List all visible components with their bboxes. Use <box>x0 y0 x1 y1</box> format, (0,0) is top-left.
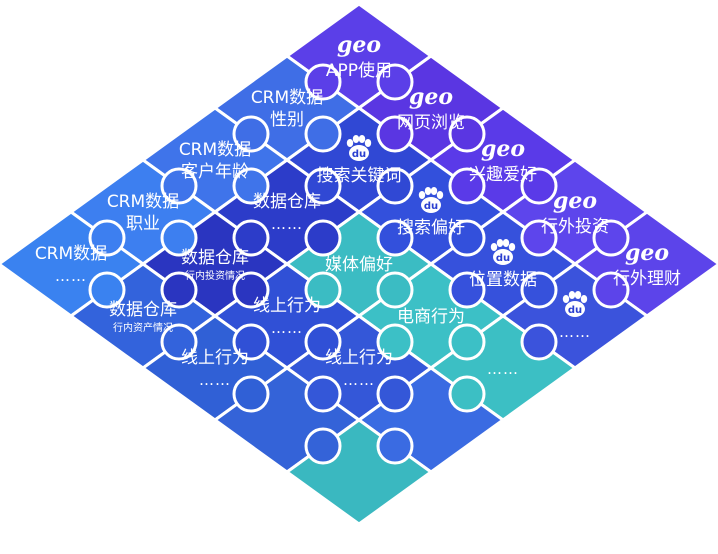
piece-label: CRM数据 <box>179 140 251 160</box>
puzzle-knob <box>376 427 414 465</box>
baidu-logo-text: du <box>424 201 438 212</box>
geo-logo: geo <box>481 136 525 162</box>
piece-ellipsis: …… <box>487 360 519 378</box>
puzzle-knob <box>232 375 270 413</box>
piece-label: APP使用 <box>326 60 392 81</box>
piece-label: 客户年龄 <box>181 162 249 182</box>
geo-logo: geo <box>337 32 381 58</box>
piece-ellipsis: …… <box>199 371 231 389</box>
puzzle-knob <box>376 375 414 413</box>
geo-logo: geo <box>625 240 669 266</box>
piece-label: 行外投资 <box>541 217 609 237</box>
piece-ellipsis: …… <box>271 319 303 337</box>
puzzle-svg: geoAPP使用CRM数据性别geo网页浏览CRM数据客户年龄du搜索关键词ge… <box>0 2 718 526</box>
piece-label: 位置数据 <box>469 270 537 290</box>
geo-logo: geo <box>553 188 597 214</box>
piece-ellipsis: …… <box>271 215 303 233</box>
puzzle-knob <box>304 219 342 257</box>
piece-label: 电商行为 <box>397 307 465 327</box>
puzzle-knob <box>448 323 486 361</box>
piece-label: 职业 <box>126 214 160 234</box>
piece-label: 搜索偏好 <box>397 218 465 238</box>
piece-label: 线上行为 <box>253 296 321 316</box>
piece-label: 媒体偏好 <box>325 255 393 275</box>
baidu-logo-text: du <box>496 253 510 264</box>
piece-label: CRM数据 <box>107 192 179 212</box>
puzzle-knob <box>304 375 342 413</box>
piece-label: 性别 <box>270 110 304 130</box>
piece-label: 数据仓库 <box>253 192 321 212</box>
piece-ellipsis: …… <box>343 371 375 389</box>
piece-ellipsis: …… <box>55 267 87 285</box>
baidu-logo-text: du <box>568 305 582 316</box>
piece-label: 网页浏览 <box>397 113 465 133</box>
piece-label: 数据仓库 <box>109 300 177 320</box>
puzzle-knob <box>448 375 486 413</box>
piece-label: 兴趣爱好 <box>469 165 537 185</box>
piece-label: 搜索关键词 <box>317 166 402 186</box>
piece-label: 行外理财 <box>613 269 681 289</box>
piece-label: 数据仓库 <box>181 248 249 268</box>
puzzle-diagram: geo APP使用 CRM数据 性别 geo 网页浏览 CRM数据 客户年龄 du 搜索关键词 ge… <box>0 0 718 554</box>
piece-label: CRM数据 <box>251 88 323 108</box>
piece-sublabel: 行内资产情况 <box>113 321 173 334</box>
piece-ellipsis: …… <box>559 323 591 341</box>
piece-sublabel: 行内投资情况 <box>185 269 245 282</box>
piece-label: CRM数据 <box>35 244 107 264</box>
geo-logo: geo <box>409 84 453 110</box>
piece-label: 线上行为 <box>325 348 393 368</box>
puzzle-knob <box>520 323 558 361</box>
puzzle-knob <box>304 427 342 465</box>
puzzle-knob <box>304 115 342 153</box>
puzzle-knob <box>376 271 414 309</box>
baidu-logo-text: du <box>352 149 366 160</box>
piece-label: 线上行为 <box>181 348 249 368</box>
